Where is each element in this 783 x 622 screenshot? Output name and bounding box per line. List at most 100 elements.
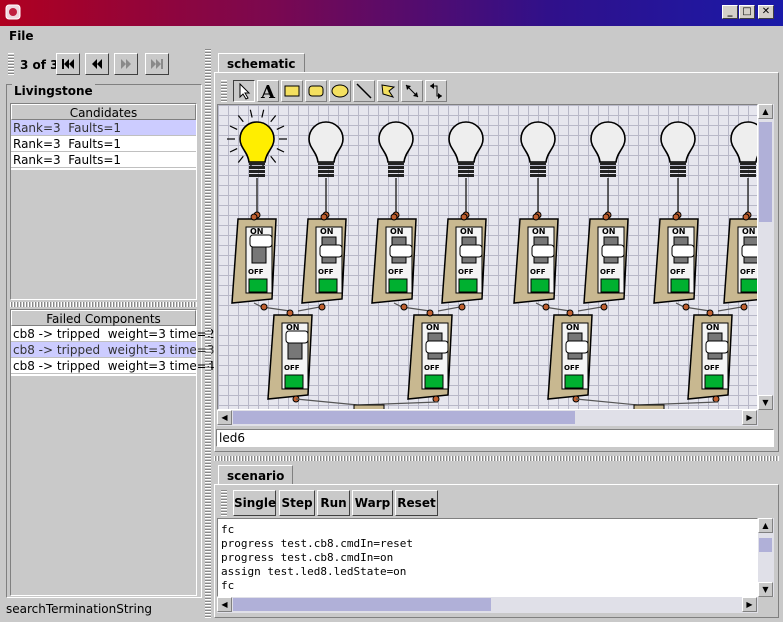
svg-text:OFF: OFF (740, 268, 756, 276)
svg-text:OFF: OFF (458, 268, 474, 276)
circuit-breaker-icon[interactable]: ON OFF (723, 213, 758, 304)
circuit-breaker-icon[interactable]: ON OFF (441, 213, 487, 304)
next-button[interactable] (114, 53, 138, 75)
circuit-breaker-icon[interactable]: ONOFF (653, 213, 699, 304)
bulb-icon[interactable] (448, 121, 484, 219)
previous-button[interactable] (85, 53, 109, 75)
arrow-tool-button[interactable] (233, 80, 255, 102)
bulb-icon[interactable] (590, 121, 626, 219)
svg-text:ON: ON (602, 227, 616, 236)
round-rect-tool-button[interactable] (305, 80, 327, 102)
schematic-status-field: led6 (216, 429, 774, 447)
split-divider[interactable] (10, 302, 197, 307)
failed-empty-area (11, 376, 196, 595)
bulb-icon[interactable] (308, 121, 344, 219)
svg-text:OFF: OFF (388, 268, 404, 276)
scenario-grip[interactable] (221, 490, 227, 516)
minimize-button[interactable]: _ (722, 5, 738, 19)
svg-text:ON: ON (742, 227, 756, 236)
svg-text:ON: ON (460, 227, 474, 236)
round-rect-tool-icon (308, 85, 324, 97)
tools-grip[interactable] (221, 80, 227, 102)
bulb-icon[interactable] (520, 121, 556, 219)
title-bar: _ □ ✕ (0, 0, 783, 26)
bulb-lit-icon[interactable] (227, 109, 287, 219)
circuit-breaker-icon[interactable]: ONOFF (267, 309, 313, 400)
candidate-row[interactable]: Rank=3 Faults=1 (11, 136, 196, 152)
circuit-breaker-icon[interactable]: ONOFF (371, 213, 417, 304)
elbow-connector-tool-icon (430, 83, 442, 99)
console-hscroll[interactable]: ◀ ▶ (217, 597, 758, 613)
line-tool-icon (356, 83, 372, 99)
failed-header: Failed Components (11, 310, 196, 326)
schematic-hscroll[interactable]: ◀ ▶ (217, 410, 758, 426)
schematic-canvas[interactable]: ON OFF ON OFF ON OFF ON OFF ON OFF ON OFF ON OFF ON OFF… (217, 104, 758, 410)
vertical-splitter[interactable] (205, 48, 211, 618)
console-vscroll-thumb[interactable] (759, 538, 772, 552)
ellipse-tool-icon (331, 84, 349, 98)
candidate-counter: 3 of 3 (20, 58, 59, 72)
single-button[interactable]: Single (233, 490, 276, 516)
circuit-breaker-icon[interactable]: ONOFF (687, 309, 733, 400)
circuit-breaker-icon[interactable]: ON OFF (513, 213, 559, 304)
toolbar-grip[interactable] (8, 53, 14, 75)
first-button[interactable] (56, 53, 80, 75)
console-line: progress test.cb8.cmdIn=reset (221, 537, 414, 550)
last-button[interactable] (145, 53, 169, 75)
svg-text:ON: ON (532, 227, 546, 236)
rect-tool-icon (284, 85, 300, 97)
bulb-icon[interactable] (378, 121, 414, 219)
svg-text:ON: ON (426, 323, 440, 332)
last-icon (151, 59, 163, 69)
run-button[interactable]: Run (317, 490, 350, 516)
circuit-breaker-icon[interactable]: ONOFF (583, 213, 629, 304)
circuit-breaker-icon[interactable]: ONOFF (231, 213, 277, 304)
candidates-empty-area (11, 170, 196, 299)
close-button[interactable]: ✕ (758, 5, 774, 19)
text-tool-icon: A (260, 82, 276, 103)
schematic-vscroll-thumb[interactable] (759, 122, 772, 222)
elbow-connector-tool-button[interactable] (425, 80, 447, 102)
maximize-button[interactable]: □ (739, 5, 755, 19)
first-icon (62, 59, 74, 69)
candidates-list: Candidates Rank=3 Faults=1 Rank=3 Faults… (10, 103, 197, 300)
svg-text:OFF: OFF (530, 268, 546, 276)
failed-row[interactable]: cb8 -> tripped weight=3 time=3 (11, 342, 214, 358)
status-text: searchTerminationString (6, 602, 153, 616)
candidates-header: Candidates (11, 104, 196, 120)
prev-icon (92, 59, 102, 69)
bulb-icon[interactable] (730, 121, 758, 219)
failed-components-list: Failed Components cb8 -> tripped weight=… (10, 309, 214, 596)
scenario-console[interactable]: fc progress test.cb8.cmdIn=reset progres… (217, 518, 758, 597)
console-line: assign test.led8.ledState=on (221, 565, 407, 578)
reset-button[interactable]: Reset (395, 490, 438, 516)
circuit-breaker-icon[interactable]: ONOFF (301, 213, 347, 304)
bulb-icon[interactable] (660, 121, 696, 219)
candidate-row[interactable]: Rank=3 Faults=1 (11, 120, 196, 136)
tab-scenario[interactable]: scenario (218, 465, 294, 485)
circuit-breaker-icon[interactable]: ONOFF (407, 309, 453, 400)
console-hscroll-thumb[interactable] (233, 598, 491, 611)
svg-text:ON: ON (320, 227, 334, 236)
line-tool-button[interactable] (353, 80, 375, 102)
console-line: fc (221, 523, 235, 536)
schematic-vscroll[interactable]: ▲ ▼ (758, 104, 774, 410)
rect-tool-button[interactable] (281, 80, 303, 102)
svg-text:ON: ON (672, 227, 686, 236)
polygon-tool-button[interactable] (377, 80, 399, 102)
failed-row[interactable]: cb8 -> tripped weight=3 time=2 (11, 326, 214, 342)
text-tool-button[interactable]: A (257, 80, 279, 103)
tab-schematic[interactable]: schematic (218, 53, 305, 73)
horizontal-splitter[interactable] (214, 456, 779, 461)
failed-row[interactable]: cb8 -> tripped weight=3 time=4 (11, 358, 214, 374)
svg-text:OFF: OFF (284, 364, 300, 372)
warp-button[interactable]: Warp (352, 490, 393, 516)
ellipse-tool-button[interactable] (329, 80, 351, 102)
menu-file[interactable]: File (9, 29, 34, 43)
schematic-hscroll-thumb[interactable] (233, 411, 575, 424)
connector-tool-button[interactable] (401, 80, 423, 102)
candidate-row[interactable]: Rank=3 Faults=1 (11, 152, 196, 168)
console-vscroll[interactable]: ▲ ▼ (758, 518, 774, 597)
step-button[interactable]: Step (279, 490, 315, 516)
circuit-breaker-icon[interactable]: ONOFF (547, 309, 593, 400)
